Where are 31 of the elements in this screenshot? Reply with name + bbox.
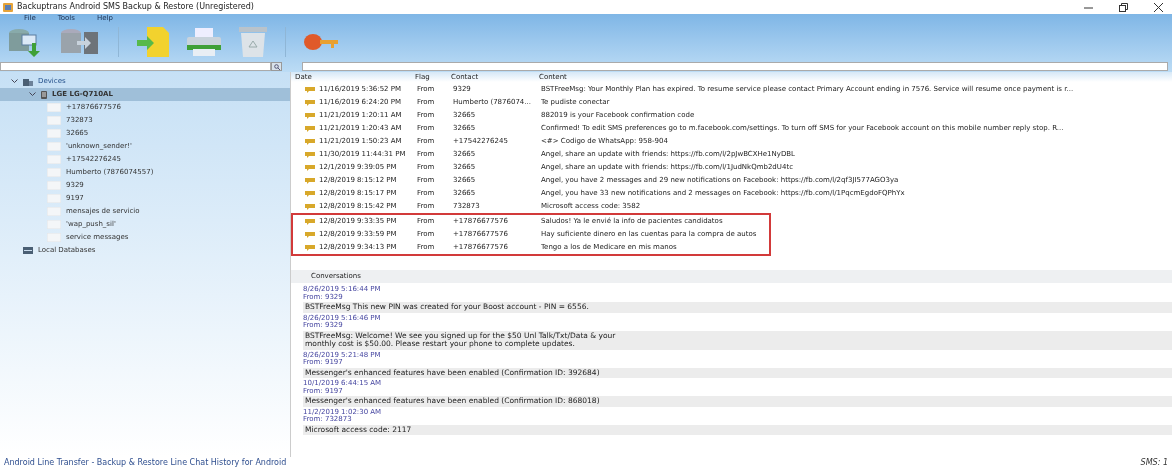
database-transfer-icon[interactable] xyxy=(60,27,100,57)
contact-icon xyxy=(47,155,61,164)
contact-icon xyxy=(47,207,61,216)
content-filter-field[interactable] xyxy=(302,62,1168,71)
window-title: Backuptrans Android SMS Backup & Restore (Unregistered) xyxy=(17,2,254,12)
recycle-bin-icon[interactable] xyxy=(239,27,267,57)
search-button[interactable] xyxy=(271,62,282,71)
status-text: Android Line Transfer - Backup & Restore Line Chat History for Android xyxy=(4,458,287,468)
key-icon[interactable] xyxy=(304,31,338,53)
file-export-icon[interactable] xyxy=(137,27,169,57)
contact-icon xyxy=(47,103,61,112)
search-field[interactable] xyxy=(0,62,271,71)
contact-icon xyxy=(47,194,61,203)
search-icon xyxy=(273,63,280,70)
contact-icon xyxy=(47,181,61,190)
database-import-icon[interactable] xyxy=(8,27,42,57)
contact-icon xyxy=(47,168,61,177)
printer-icon[interactable] xyxy=(187,28,221,56)
contact-icon xyxy=(47,142,61,151)
restore-icon[interactable] xyxy=(1119,2,1128,12)
database-icon xyxy=(23,247,33,254)
message-count: SMS: 1 xyxy=(1140,458,1168,468)
app-icon xyxy=(3,2,13,12)
chevron-down-icon[interactable] xyxy=(29,92,36,97)
contact-icon xyxy=(47,116,61,125)
devices-icon xyxy=(23,77,33,86)
contact-icon xyxy=(47,220,61,229)
contact-icon xyxy=(47,129,61,138)
chevron-down-icon[interactable] xyxy=(11,79,18,84)
close-icon[interactable] xyxy=(1154,2,1163,12)
phone-icon xyxy=(41,90,47,99)
